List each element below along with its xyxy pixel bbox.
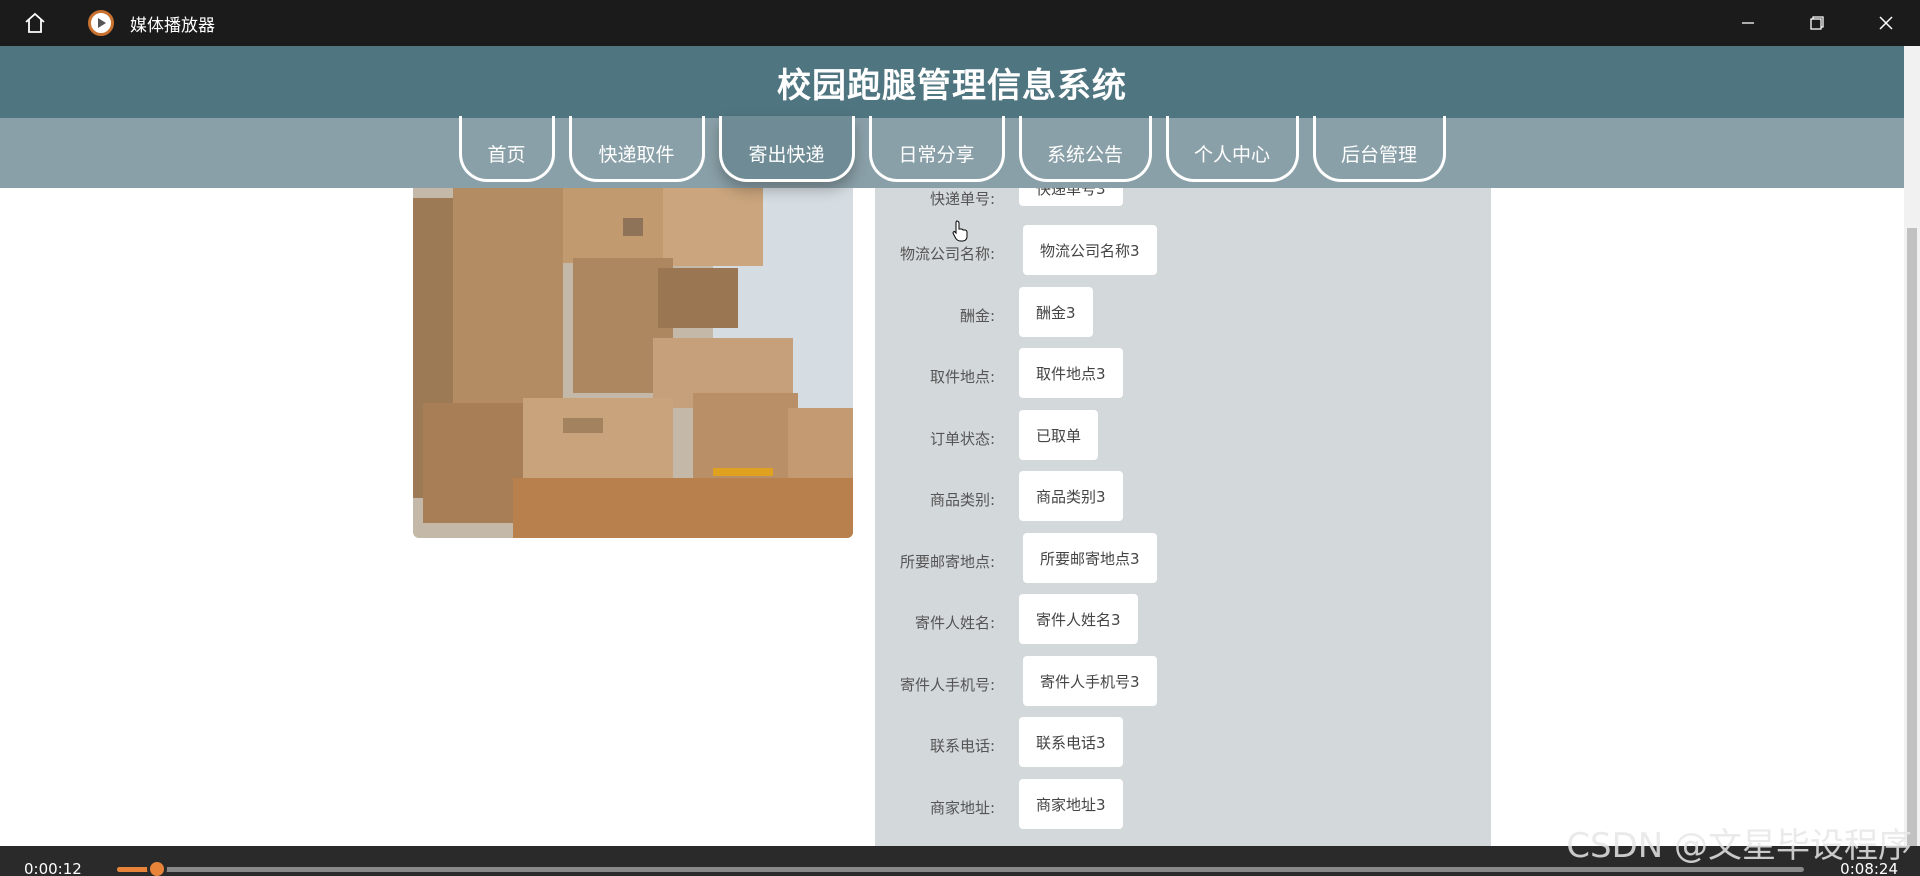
watermark: CSDN @文星毕设程序 bbox=[1566, 826, 1912, 866]
order-detail-panel: 快递单号: 快递单号3 物流公司名称: 物流公司名称3 酬金: 酬金3 取件地点… bbox=[875, 188, 1491, 846]
hand-cursor-icon bbox=[952, 220, 968, 242]
field-label: 商品类别: bbox=[929, 491, 995, 509]
nav-item-announcements[interactable]: 系统公告 bbox=[1018, 116, 1152, 182]
site-nav: 首页 快递取件 寄出快递 日常分享 系统公告 个人中心 后台管理 bbox=[0, 116, 1904, 188]
field-label: 快递单号: bbox=[929, 190, 995, 208]
minimize-icon bbox=[1741, 22, 1754, 24]
field-label: 酬金: bbox=[959, 307, 995, 325]
field-value: 快递单号3 bbox=[1019, 188, 1123, 206]
nav-item-admin[interactable]: 后台管理 bbox=[1312, 116, 1446, 182]
page-scrollbar[interactable] bbox=[1904, 46, 1920, 846]
restore-icon bbox=[1809, 16, 1824, 30]
detail-row: 所要邮寄地点: 所要邮寄地点3 bbox=[875, 533, 1491, 593]
field-label: 取件地点: bbox=[929, 368, 995, 386]
field-label: 寄件人手机号: bbox=[899, 676, 995, 694]
field-value: 物流公司名称3 bbox=[1023, 225, 1157, 275]
minimize-button[interactable] bbox=[1713, 0, 1782, 46]
detail-row: 订单状态: 已取单 bbox=[875, 410, 1491, 470]
detail-row: 取件地点: 取件地点3 bbox=[875, 348, 1491, 408]
restore-button[interactable] bbox=[1782, 0, 1851, 46]
detail-row: 酬金: 酬金3 bbox=[875, 287, 1491, 347]
field-label: 商家地址: bbox=[929, 799, 995, 817]
close-button[interactable] bbox=[1851, 0, 1920, 46]
order-status-value: 已取单 bbox=[1019, 410, 1099, 460]
field-label: 寄件人姓名: bbox=[914, 614, 995, 632]
nav-item-daily-share[interactable]: 日常分享 bbox=[868, 116, 1005, 182]
nav-item-send-express[interactable]: 寄出快递 bbox=[718, 116, 855, 182]
app-title: 媒体播放器 bbox=[130, 15, 215, 36]
field-value: 所要邮寄地点3 bbox=[1023, 533, 1157, 583]
field-label: 联系电话: bbox=[929, 737, 995, 755]
nav-item-pickup[interactable]: 快递取件 bbox=[568, 116, 705, 182]
product-image bbox=[413, 188, 853, 538]
seek-handle[interactable] bbox=[147, 859, 168, 876]
detail-row: 商品类别: 商品类别3 bbox=[875, 471, 1491, 531]
seek-bar[interactable] bbox=[117, 859, 1804, 876]
field-label: 所要邮寄地点: bbox=[899, 553, 995, 571]
site-title: 校园跑腿管理信息系统 bbox=[777, 65, 1127, 106]
field-value: 商品类别3 bbox=[1019, 471, 1123, 521]
field-label: 订单状态: bbox=[929, 430, 995, 448]
field-value: 酬金3 bbox=[1019, 287, 1093, 337]
detail-row: 商家地址: 商家地址3 bbox=[875, 779, 1491, 839]
home-button[interactable] bbox=[0, 0, 70, 46]
video-viewport[interactable]: 快递单号: 快递单号3 物流公司名称: 物流公司名称3 酬金: 酬金3 取件地点… bbox=[0, 46, 1920, 846]
scrollbar-thumb[interactable] bbox=[1907, 228, 1917, 846]
close-icon bbox=[1878, 16, 1893, 30]
home-icon bbox=[25, 12, 45, 33]
detail-row: 寄件人姓名: 寄件人姓名3 bbox=[875, 594, 1491, 654]
current-time: 0:00:12 bbox=[24, 860, 82, 876]
field-value: 寄件人手机号3 bbox=[1023, 656, 1157, 706]
media-player-icon bbox=[88, 10, 114, 36]
field-value: 联系电话3 bbox=[1019, 717, 1123, 767]
field-value: 商家地址3 bbox=[1019, 779, 1123, 829]
field-value: 取件地点3 bbox=[1019, 348, 1123, 398]
nav-item-personal-center[interactable]: 个人中心 bbox=[1165, 116, 1299, 182]
field-label: 物流公司名称: bbox=[899, 245, 995, 263]
site-header: 校园跑腿管理信息系统 bbox=[0, 46, 1904, 118]
detail-row: 寄件人手机号: 寄件人手机号3 bbox=[875, 656, 1491, 716]
field-value: 寄件人姓名3 bbox=[1019, 594, 1138, 644]
title-bar: 媒体播放器 bbox=[0, 0, 1920, 46]
detail-row: 联系电话: 联系电话3 bbox=[875, 717, 1491, 777]
nav-item-home[interactable]: 首页 bbox=[458, 116, 555, 182]
